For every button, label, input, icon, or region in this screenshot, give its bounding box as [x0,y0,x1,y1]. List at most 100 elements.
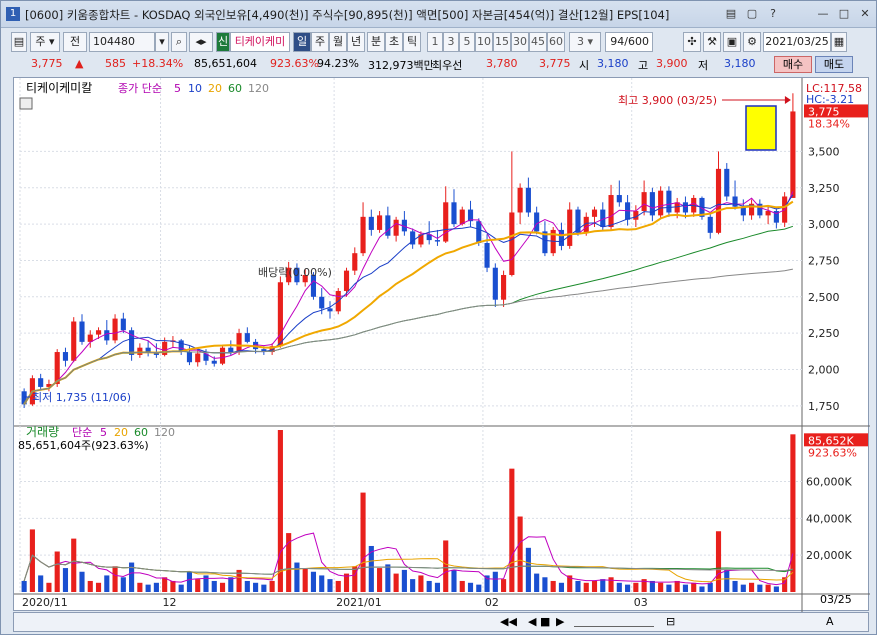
tool-icon[interactable]: ⚒ [703,32,721,52]
volume-bar [319,575,325,592]
chart-svg[interactable]: 1,750 2,000 2,250 2,500 2,750 3,000 3,250 3,500… [14,78,870,612]
layout-icon[interactable]: ▤ [724,7,738,21]
zoom-slider[interactable] [574,617,654,627]
tab-monthly[interactable]: 월 [329,32,347,52]
volume-bar [170,580,176,592]
candle-body [228,347,234,353]
vol-legend-ma5: 5 [100,426,107,439]
scroll-prev-icon[interactable]: ◀ [528,615,536,628]
count-field[interactable]: 94/600 [605,32,653,52]
candle-body [641,192,647,212]
speaker-icon[interactable]: ◂▸ [189,32,213,52]
candle-body [484,243,490,268]
search-icon[interactable]: ⌕ [171,32,187,52]
candle-body [715,168,722,233]
volume-bar [434,582,441,592]
volume-bar [534,573,540,592]
volume-bar [674,580,680,592]
x-tick-label: 03 [634,596,648,609]
volume-bar [219,582,226,592]
volume-bar [591,580,598,592]
text-size-icon[interactable]: A [826,615,834,628]
interval-3[interactable]: 3 [443,32,459,52]
volume-bar [476,584,482,592]
volume-bar [600,579,606,592]
scroll-next-icon[interactable]: ▶ [556,615,564,628]
volume-bar [153,582,159,592]
stock-name-field: 티케이케미 [230,32,290,52]
priority-label: 최우선 [432,59,463,72]
volume-bar [509,468,515,592]
volume-bar [525,547,531,592]
volume-bar [484,575,490,592]
candle-body [112,318,118,341]
buy-button[interactable]: 매수 [774,56,812,73]
price-tick-label: 2,750 [808,254,840,267]
volume-bar [162,577,168,592]
tab-daily[interactable]: 일 [293,32,311,52]
volume-bar [583,582,589,592]
candle-body [682,202,689,213]
candle-body [385,215,391,236]
price-legend-name: 티케이케미칼 [26,81,92,95]
crosshair-icon[interactable]: ✣ [683,32,701,52]
bid-price: 3,775 [539,57,571,70]
tab-yearly[interactable]: 년 [347,32,365,52]
scroll-left-icon[interactable]: ◀◀ [500,615,517,628]
interval-1[interactable]: 1 [427,32,443,52]
stop-icon[interactable]: ■ [540,615,550,628]
volume-bar [360,492,366,592]
help-icon[interactable]: ? [766,7,780,21]
maximize-icon[interactable]: □ [837,7,851,21]
gear-icon[interactable]: ⚙ [743,32,761,52]
save-icon[interactable]: ▣ [723,32,741,52]
candle-body [525,187,531,213]
interval-15[interactable]: 15 [493,32,511,52]
volume-bar [269,580,275,592]
sell-button[interactable]: 매도 [815,56,853,73]
zoom-out-icon[interactable]: ⊟ [666,615,675,628]
date-field[interactable]: 2021/03/25 [763,32,831,52]
restore-icon[interactable]: ▢ [745,7,759,21]
candle-body [377,215,383,230]
period-select[interactable]: 주 ▾ [30,32,60,52]
interval-30[interactable]: 30 [511,32,529,52]
chart-menu-icon[interactable]: ▤ [11,32,27,52]
calendar-icon[interactable]: ▦ [831,32,847,52]
window-number-badge: 1 [6,7,20,21]
volume-value: 85,651,604 [194,57,257,70]
chart-tool-icon[interactable] [19,97,33,110]
candle-body [459,209,465,225]
tab-weekly[interactable]: 주 [311,32,329,52]
tab-tick[interactable]: 틱 [403,32,421,52]
ma10-line [23,194,794,405]
volume-bar [327,579,333,592]
candle-body [434,240,441,242]
minimize-icon[interactable]: — [816,7,830,21]
legend-ma10: 10 [188,82,202,95]
volume-bar [418,575,424,592]
volume-bar [71,538,77,592]
candle-body [319,296,325,309]
price-tick-label: 1,750 [808,400,840,413]
volume-legend-ma-label: 단순 [72,426,92,439]
low-price: 3,180 [724,57,756,70]
interval-45[interactable]: 45 [529,32,547,52]
candle-body [343,270,350,291]
interval-60[interactable]: 60 [547,32,565,52]
hc-label: HC:-3.21 [806,93,854,106]
tab-second[interactable]: 초 [385,32,403,52]
market-mode-button[interactable]: 전 [63,32,87,52]
interval-select[interactable]: 3 ▾ [569,32,601,52]
interval-10[interactable]: 10 [475,32,493,52]
volume-bar [558,582,565,592]
code-dropdown-icon[interactable]: ▾ [155,32,169,52]
open-label: 시 [579,59,590,72]
chart-area[interactable]: 1,750 2,000 2,250 2,500 2,750 3,000 3,250 3,500… [13,77,870,612]
stock-code-input[interactable]: 104480 [89,32,155,52]
candle-body [790,111,796,198]
volume-bar [244,580,250,592]
interval-5[interactable]: 5 [459,32,475,52]
tab-minute[interactable]: 분 [367,32,385,52]
close-icon[interactable]: ✕ [858,7,872,21]
